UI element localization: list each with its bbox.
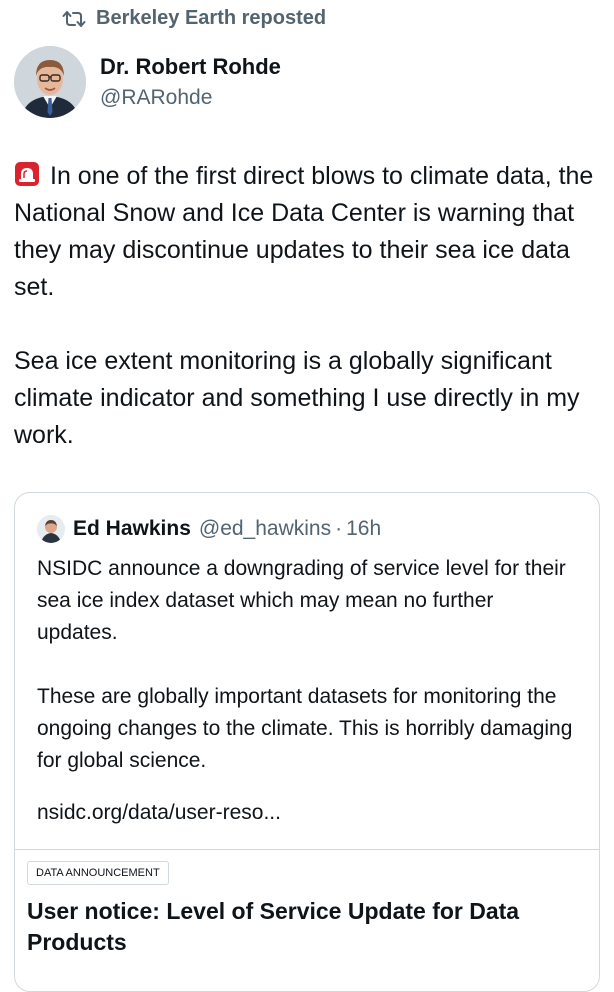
quoted-post-text: NSIDC announce a downgrading of service … xyxy=(37,553,577,777)
quoted-post-header: Ed Hawkins @ed_hawkins · 16h xyxy=(37,515,381,543)
author-handle[interactable]: @RARohde xyxy=(100,86,212,110)
post-paragraph-2: Sea ice extent monitoring is a globally … xyxy=(14,347,580,449)
avatar[interactable] xyxy=(14,46,86,118)
repost-icon xyxy=(62,9,86,29)
quoted-paragraph-2: These are globally important datasets fo… xyxy=(37,685,573,772)
quoted-meta-separator: · xyxy=(335,517,343,540)
quoted-post-time[interactable]: 16h xyxy=(346,517,381,541)
post-text: In one of the first direct blows to clim… xyxy=(14,158,600,454)
link-preview-card[interactable]: DATA ANNOUNCEMENT User notice: Level of … xyxy=(15,849,599,991)
link-preview-title[interactable]: User notice: Level of Service Update for… xyxy=(27,896,587,958)
quoted-author-handle[interactable]: @ed_hawkins xyxy=(199,517,331,541)
quoted-author-avatar[interactable] xyxy=(37,515,65,543)
author-name[interactable]: Dr. Robert Rohde xyxy=(100,54,281,80)
link-preview-tag: DATA ANNOUNCEMENT xyxy=(27,861,169,885)
post-paragraph-1-text: In one of the first direct blows to clim… xyxy=(14,162,594,301)
siren-emoji-icon xyxy=(14,161,40,187)
repost-label: Berkeley Earth reposted xyxy=(96,7,327,29)
quoted-author-name[interactable]: Ed Hawkins xyxy=(73,517,191,541)
repost-indicator[interactable]: Berkeley Earth reposted xyxy=(62,7,326,30)
quoted-post-link[interactable]: nsidc.org/data/user-reso... xyxy=(37,801,281,825)
quoted-paragraph-1: NSIDC announce a downgrading of service … xyxy=(37,557,566,644)
post-paragraph-1: In one of the first direct blows to clim… xyxy=(14,158,600,306)
quoted-post-card[interactable]: Ed Hawkins @ed_hawkins · 16h NSIDC annou… xyxy=(14,492,600,992)
